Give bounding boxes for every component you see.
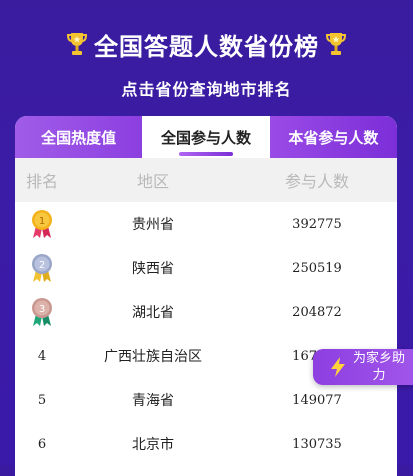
count-cell: 204872 [292,304,342,320]
column-header-count: 参与人数 [284,172,349,191]
page-title: 全国答题人数省份榜 [94,32,319,61]
trophy-icon [325,33,347,55]
tab-bar: 全国热度值 全国参与人数 本省参与人数 [15,116,397,158]
table-row[interactable]: 3 湖北省 204872 [15,290,397,334]
rank-cell: 5 [37,392,47,408]
rank-cell: 3 [15,296,69,328]
ranking-panel: 全国热度值 全国参与人数 本省参与人数 排名 地区 参与人数 1 贵州省 392… [15,116,397,476]
count-cell: 392775 [292,216,342,232]
count-cell: 149077 [292,392,342,408]
tab-national-heat[interactable]: 全国热度值 [15,116,143,158]
svg-text:1: 1 [39,216,45,227]
active-tab-indicator [178,152,233,156]
tab-label: 全国参与人数 [160,128,251,147]
tab-national-participants[interactable]: 全国参与人数 [142,116,270,158]
title-row: 全国答题人数省份榜 [0,0,413,62]
svg-text:3: 3 [39,304,45,315]
rank-cell: 6 [37,436,47,452]
region-cell: 贵州省 [132,217,174,233]
trophy-icon [66,33,88,55]
rank-cell: 4 [37,348,47,364]
gold-medal-icon: 1 [32,210,52,238]
region-cell: 广西壮族自治区 [104,349,202,365]
tab-label: 全国热度值 [41,128,117,147]
rank-cell: 2 [15,252,69,284]
page-header: 全国答题人数省份榜 点击省份查询地市排名 [0,0,413,100]
svg-text:2: 2 [39,260,45,271]
region-cell: 湖北省 [132,305,174,321]
table-row[interactable]: 6 北京市 130735 [15,422,397,466]
table-header: 排名 地区 参与人数 [15,158,397,202]
region-cell: 北京市 [132,437,174,453]
column-header-region: 地区 [136,172,169,191]
lightning-icon [331,357,345,377]
bronze-medal-icon: 3 [32,298,52,326]
region-cell: 陕西省 [132,261,174,277]
column-header-rank: 排名 [25,172,58,191]
tab-province-participants[interactable]: 本省参与人数 [269,116,397,158]
count-cell: 130735 [292,436,342,452]
support-hometown-button[interactable]: 为家乡助力 [313,349,413,385]
tab-label: 本省参与人数 [288,128,379,147]
table-row[interactable]: 1 贵州省 392775 [15,202,397,246]
page-subtitle: 点击省份查询地市排名 [121,80,292,99]
silver-medal-icon: 2 [32,254,52,282]
table-row[interactable]: 2 陕西省 250519 [15,246,397,290]
support-hometown-label: 为家乡助力 [353,351,406,383]
count-cell: 250519 [292,260,342,276]
region-cell: 青海省 [132,393,174,409]
rank-cell: 1 [15,208,69,240]
